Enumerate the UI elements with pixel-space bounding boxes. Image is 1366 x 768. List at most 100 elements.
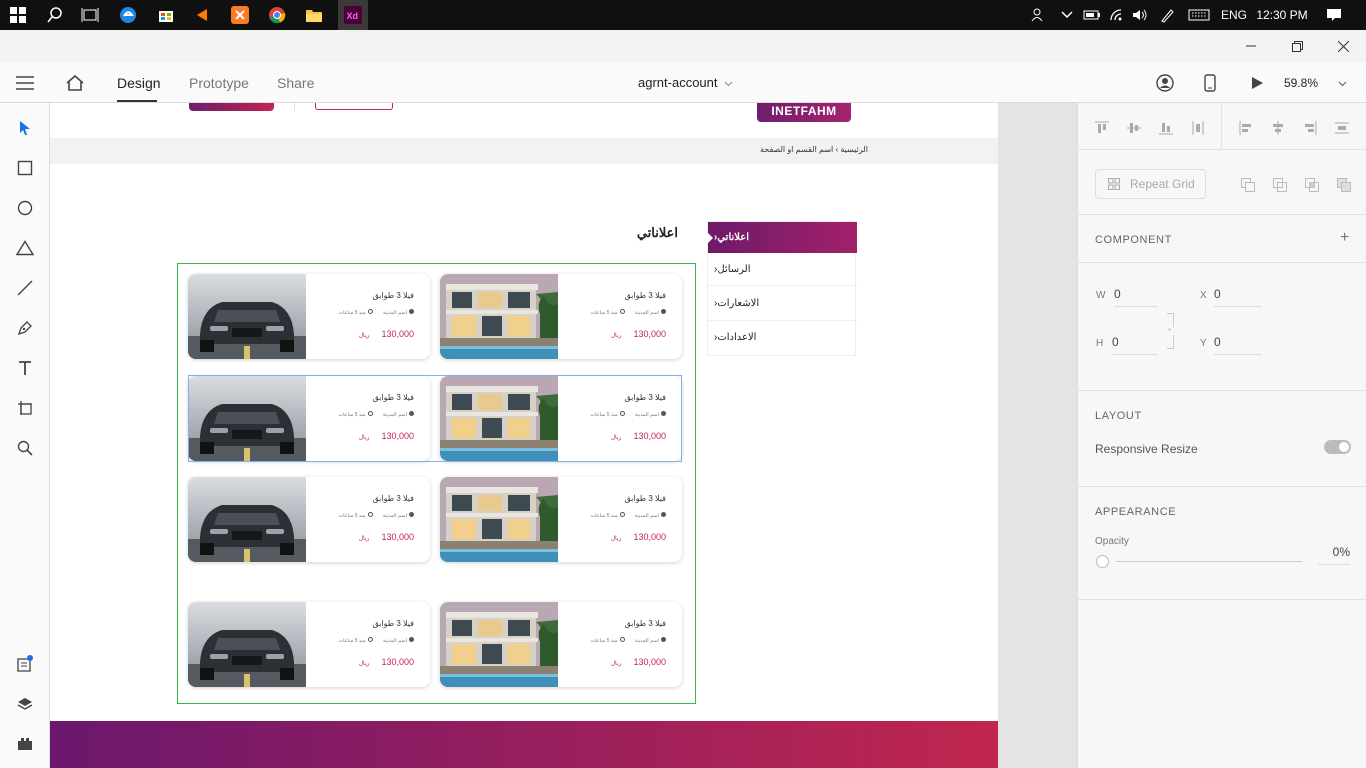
menu-item-my-ads[interactable]: اعلاناتي ‹ xyxy=(707,222,857,253)
location-pin-icon xyxy=(661,512,666,517)
media-icon[interactable] xyxy=(190,3,214,27)
plugins-icon[interactable] xyxy=(12,731,38,757)
minimize-button[interactable] xyxy=(1228,30,1274,62)
opacity-slider-knob[interactable] xyxy=(1096,555,1109,568)
volume-icon[interactable] xyxy=(1130,0,1150,30)
start-icon[interactable] xyxy=(6,3,30,27)
chrome-icon[interactable] xyxy=(265,3,289,27)
tab-design[interactable]: Design xyxy=(117,62,161,103)
listing-time-text: منذ 5 ساعات xyxy=(590,310,618,316)
battery-icon[interactable] xyxy=(1082,0,1102,30)
listing-card[interactable]: فيلا 3 طوابق اسم المدينة منذ 5 ساعات 130,00… xyxy=(440,602,682,687)
layers-icon[interactable] xyxy=(12,691,38,717)
restore-button[interactable] xyxy=(1274,30,1320,62)
location-pin-icon xyxy=(409,512,414,517)
align-right-icon[interactable] xyxy=(1302,120,1318,136)
boolean-add-icon[interactable] xyxy=(1240,177,1256,193)
task-view-icon[interactable] xyxy=(78,3,102,27)
notifications-icon[interactable] xyxy=(1322,0,1346,30)
align-top-icon[interactable] xyxy=(1094,120,1110,136)
listing-card[interactable]: فيلا 3 طوابق اسم المدينة منذ 5 ساعات 130,00… xyxy=(440,274,682,359)
villa-image[interactable] xyxy=(440,477,558,562)
responsive-resize-toggle[interactable] xyxy=(1324,440,1351,454)
add-component-icon[interactable]: + xyxy=(1340,229,1349,247)
listing-card[interactable]: فيلا 3 طوابق اسم المدينة منذ 5 ساعات 130,00… xyxy=(188,602,430,687)
boolean-exclude-icon[interactable] xyxy=(1336,177,1352,193)
zoom-tool-icon[interactable] xyxy=(12,435,38,461)
document-title[interactable]: agrnt-account xyxy=(638,62,733,103)
x-label: X xyxy=(1200,290,1207,301)
menu-item-notifications[interactable]: الاشعارات ‹ xyxy=(708,286,857,321)
brand-logo[interactable]: INETFAHM xyxy=(757,103,851,122)
header-secondary-button[interactable] xyxy=(315,103,393,110)
document-name: agrnt-account xyxy=(638,75,718,90)
mobile-preview-icon[interactable] xyxy=(1204,62,1216,103)
car-image[interactable] xyxy=(188,274,306,359)
price-currency: ريال xyxy=(358,661,370,667)
pen-tool-icon[interactable] xyxy=(12,315,38,341)
hamburger-menu-icon[interactable] xyxy=(16,62,34,103)
car-image[interactable] xyxy=(188,477,306,562)
menu-item-messages[interactable]: الرسائل ‹ xyxy=(708,253,857,286)
opacity-field[interactable]: 0% xyxy=(1318,545,1350,565)
store-icon[interactable] xyxy=(154,3,178,27)
chevron-up-icon[interactable] xyxy=(1058,0,1076,30)
breadcrumb[interactable]: الرئيسية › اسم القسم او الصفحة xyxy=(760,145,868,154)
line-tool-icon[interactable] xyxy=(12,275,38,301)
text-tool-icon[interactable] xyxy=(12,355,38,381)
x-field[interactable]: 0 xyxy=(1214,287,1262,307)
pen-icon[interactable] xyxy=(1157,0,1177,30)
ellipse-tool-icon[interactable] xyxy=(12,195,38,221)
artboard[interactable]: INETFAHM الرئيسية › اسم القسم او الصفحة … xyxy=(50,103,998,768)
villa-image[interactable] xyxy=(440,602,558,687)
listing-meta: اسم المدينة منذ 5 ساعات xyxy=(590,512,666,519)
align-center-icon[interactable] xyxy=(1270,120,1286,136)
artboard-tool-icon[interactable] xyxy=(12,395,38,421)
language-indicator[interactable]: ENG xyxy=(1218,0,1250,30)
home-icon[interactable] xyxy=(66,62,84,103)
rectangle-tool-icon[interactable] xyxy=(12,155,38,181)
header-primary-button[interactable] xyxy=(189,103,274,111)
distribute-vertical-icon[interactable] xyxy=(1190,120,1206,136)
search-icon[interactable] xyxy=(43,3,67,27)
listing-meta: اسم المدينة منذ 5 ساعات xyxy=(338,309,414,316)
polygon-tool-icon[interactable] xyxy=(12,235,38,261)
people-icon[interactable] xyxy=(1028,0,1048,30)
car-image[interactable] xyxy=(188,602,306,687)
menu-item-settings[interactable]: الاعدادات ‹ xyxy=(708,321,857,354)
align-bottom-icon[interactable] xyxy=(1158,120,1174,136)
tab-share[interactable]: Share xyxy=(277,62,314,103)
edge-icon[interactable] xyxy=(116,3,140,27)
design-canvas[interactable]: INETFAHM الرئيسية › اسم القسم او الصفحة … xyxy=(50,103,1077,768)
villa-image[interactable] xyxy=(440,274,558,359)
listing-title: فيلا 3 طوابق xyxy=(372,291,414,300)
select-tool-icon[interactable] xyxy=(12,115,38,141)
lock-icon[interactable]: ▪ xyxy=(1168,325,1171,334)
wifi-icon[interactable] xyxy=(1107,0,1127,30)
align-middle-icon[interactable] xyxy=(1126,120,1142,136)
xampp-icon[interactable] xyxy=(228,3,252,27)
boolean-subtract-icon[interactable] xyxy=(1272,177,1288,193)
adobe-xd-icon[interactable]: Xd xyxy=(338,0,368,30)
clock[interactable]: 12:30 PM xyxy=(1252,0,1312,30)
distribute-horizontal-icon[interactable] xyxy=(1334,120,1350,136)
user-account-icon[interactable] xyxy=(1156,62,1174,103)
listing-card[interactable]: فيلا 3 طوابق اسم المدينة منذ 5 ساعات 130,00… xyxy=(188,477,430,562)
y-field[interactable]: 0 xyxy=(1214,335,1262,355)
align-left-icon[interactable] xyxy=(1238,120,1254,136)
listing-card[interactable]: فيلا 3 طوابق اسم المدينة منذ 5 ساعات 130,00… xyxy=(440,477,682,562)
repeat-grid-button[interactable]: Repeat Grid xyxy=(1095,169,1206,199)
file-explorer-icon[interactable] xyxy=(302,3,326,27)
play-icon[interactable] xyxy=(1250,62,1264,103)
assets-icon[interactable] xyxy=(12,651,38,677)
zoom-level[interactable]: 59.8% xyxy=(1284,62,1347,103)
menu-notch xyxy=(707,232,713,244)
tab-prototype[interactable]: Prototype xyxy=(189,62,249,103)
keyboard-icon[interactable] xyxy=(1187,0,1211,30)
close-button[interactable] xyxy=(1320,30,1366,62)
width-field[interactable]: 0 xyxy=(1114,287,1158,307)
opacity-slider-track[interactable] xyxy=(1116,561,1302,562)
height-field[interactable]: 0 xyxy=(1112,335,1158,355)
boolean-intersect-icon[interactable] xyxy=(1304,177,1320,193)
listing-card[interactable]: فيلا 3 طوابق اسم المدينة منذ 5 ساعات 130,00… xyxy=(188,274,430,359)
